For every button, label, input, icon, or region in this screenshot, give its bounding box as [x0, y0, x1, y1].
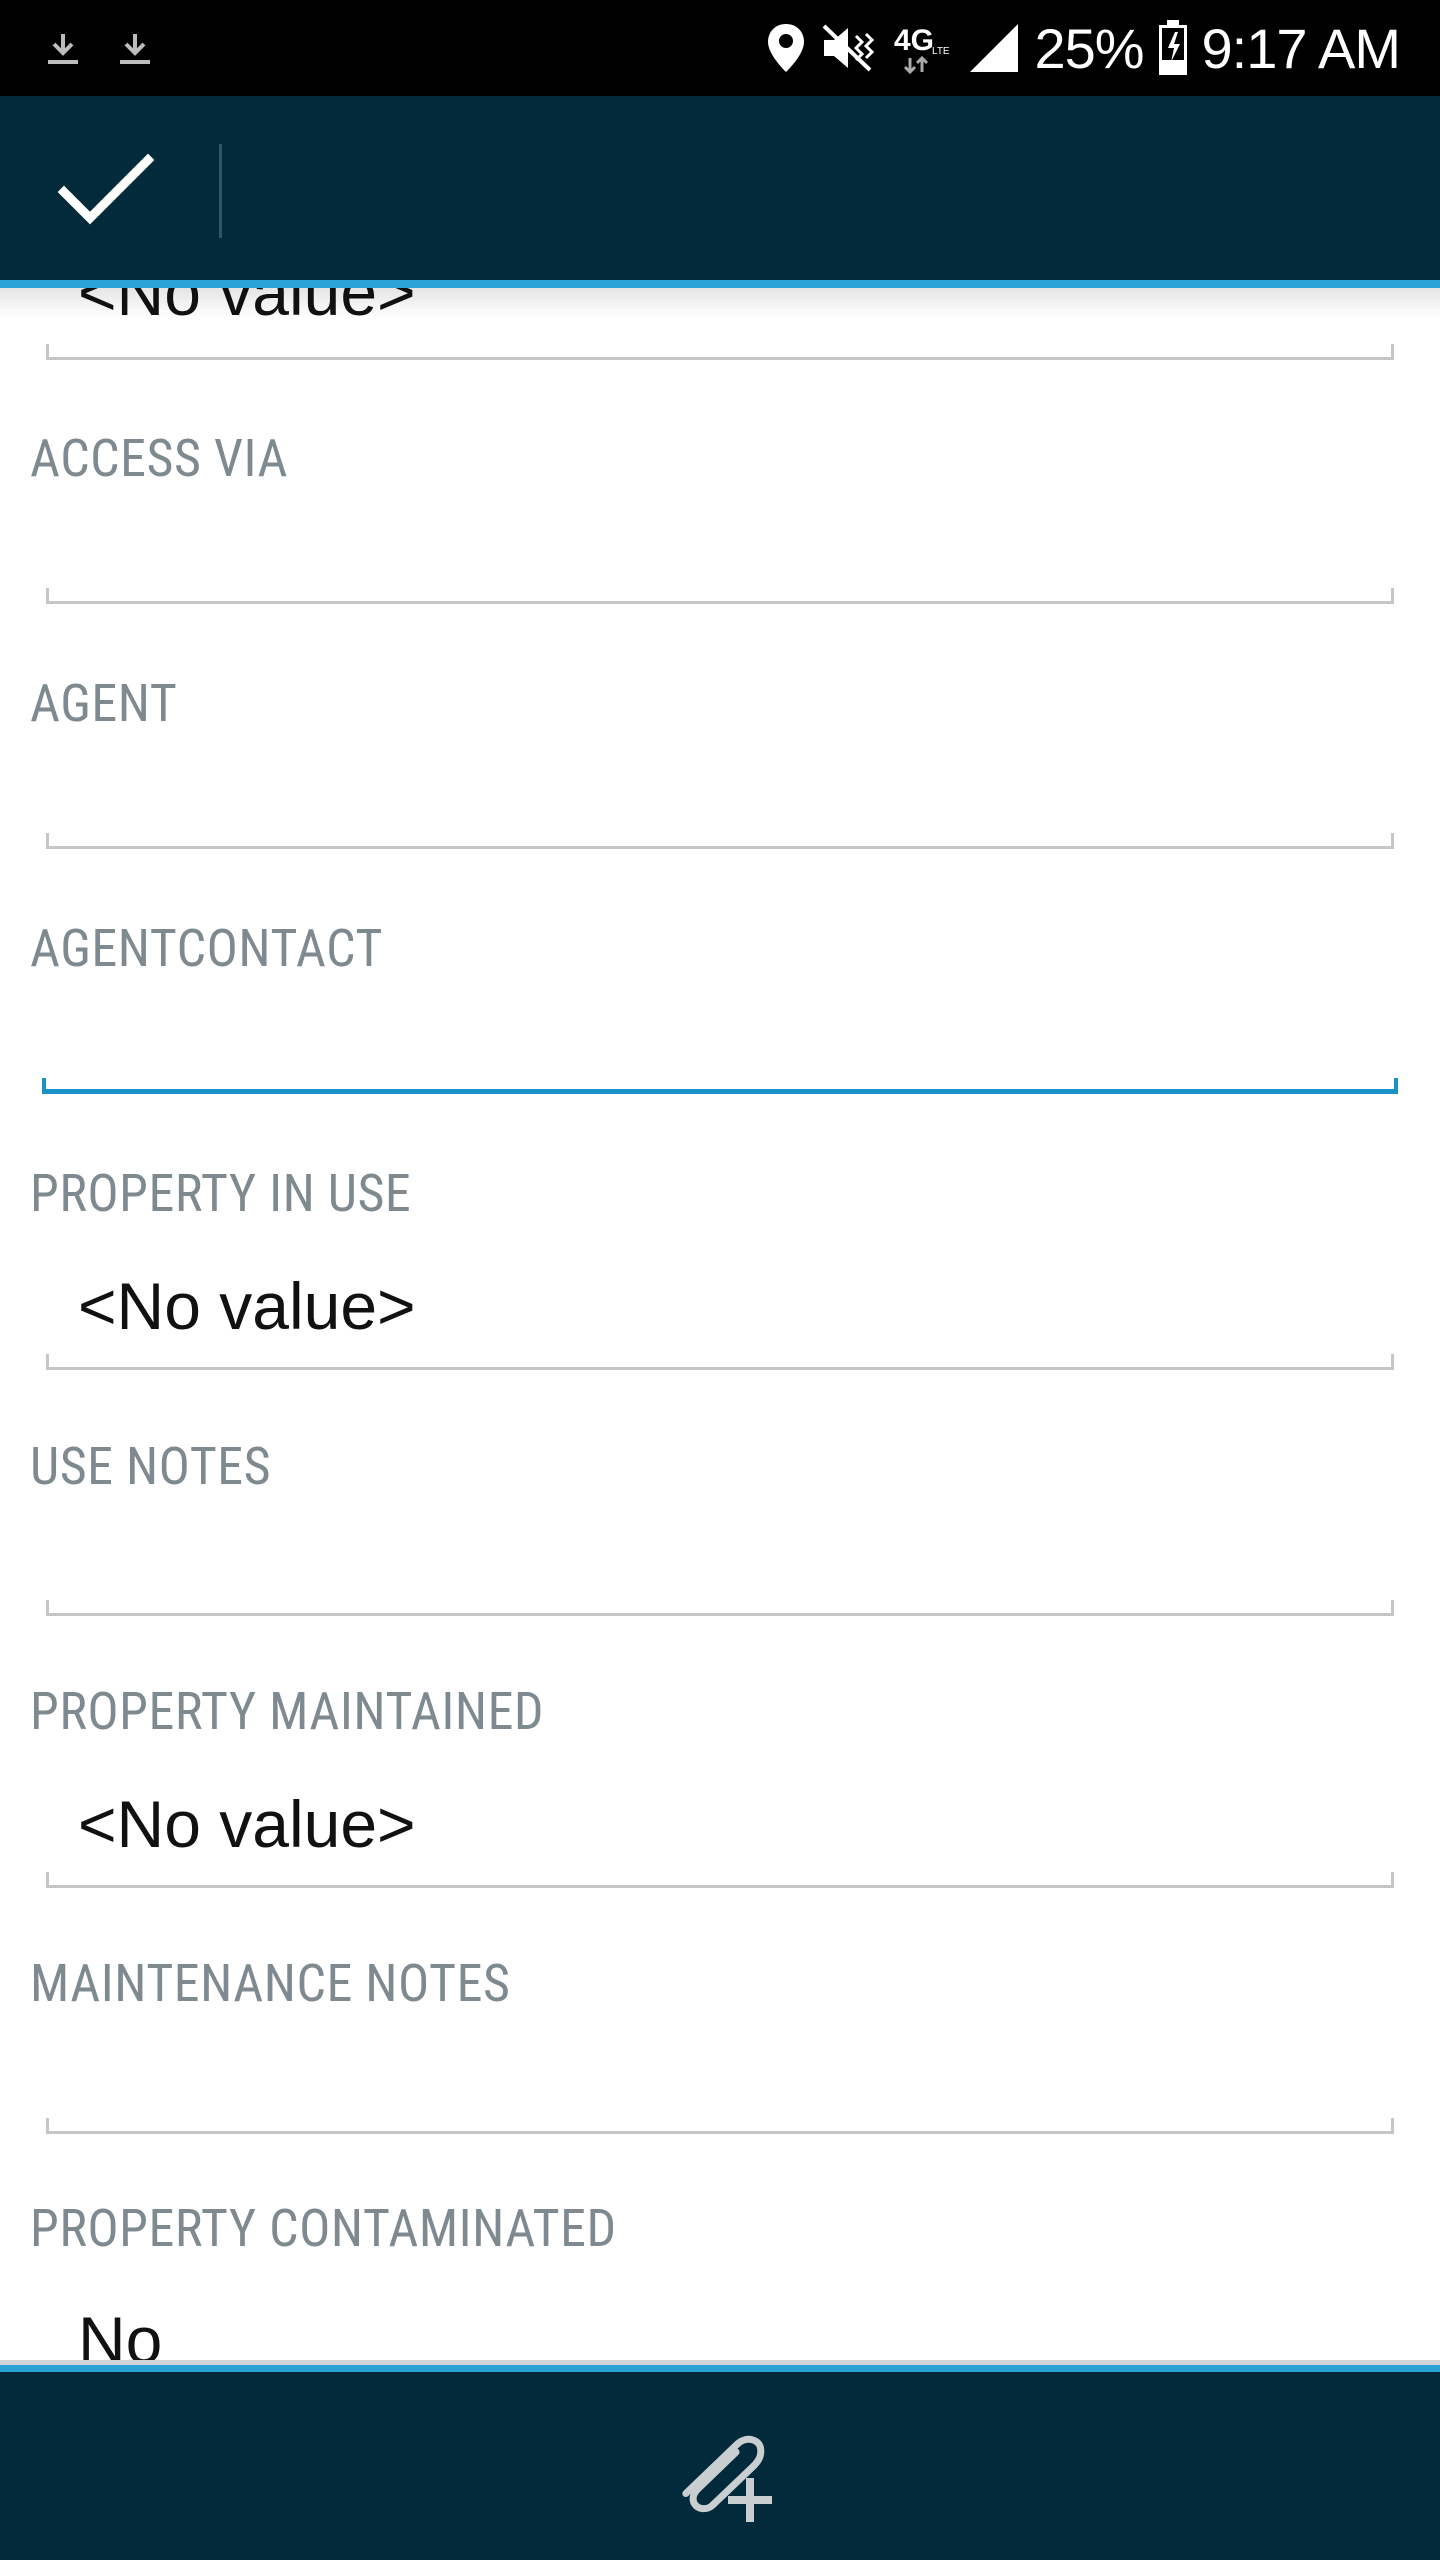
battery-percent: 25%	[1034, 16, 1144, 80]
label-access-via: ACCESS VIA	[30, 428, 288, 489]
toolbar-accent-line	[0, 280, 1440, 288]
attachment-add-icon[interactable]	[660, 2406, 780, 2526]
label-agentcontact: AGENTCONTACT	[30, 918, 383, 979]
download-icon	[48, 34, 78, 64]
label-property-in-use: PROPERTY IN USE	[30, 1163, 412, 1224]
bottom-accent-line	[0, 2360, 1440, 2372]
clock: 9:17 AM	[1201, 16, 1401, 80]
field-underline	[46, 588, 1394, 604]
field-underline	[46, 1600, 1394, 1616]
form-scroll-area[interactable]: <No value> ACCESS VIA AGENT AGENTCONTACT…	[0, 288, 1440, 2360]
select-property-contaminated[interactable]: No	[78, 2302, 162, 2360]
vibrate-icon	[823, 24, 875, 72]
field-underline	[46, 1872, 1394, 1888]
field-underline	[46, 1354, 1394, 1370]
download-icon	[120, 34, 150, 64]
lte-icon: 4G LTE	[894, 24, 950, 75]
label-use-notes: USE NOTES	[30, 1436, 272, 1497]
signal-icon	[970, 24, 1019, 72]
label-maintenance-notes: MAINTENANCE NOTES	[30, 1953, 511, 2014]
field-underline	[46, 833, 1394, 849]
label-property-maintained: PROPERTY MAINTAINED	[30, 1681, 545, 1742]
select-property-in-use[interactable]: <No value>	[78, 1268, 416, 1344]
network-type: 4G	[894, 24, 934, 57]
check-icon[interactable]	[40, 136, 170, 246]
action-toolbar	[0, 96, 1440, 280]
status-bar: 4G LTE 25% 9:17 AM	[0, 0, 1440, 96]
field-underline	[46, 344, 1394, 360]
location-icon	[768, 24, 805, 72]
select-property-maintained[interactable]: <No value>	[78, 1786, 416, 1862]
field-underline	[46, 2118, 1394, 2134]
label-property-contaminated: PROPERTY CONTAMINATED	[30, 2198, 617, 2259]
label-agent: AGENT	[30, 673, 178, 734]
svg-text:LTE: LTE	[932, 46, 950, 57]
field-underline-active	[42, 1078, 1398, 1094]
toolbar-shadow	[0, 288, 1440, 318]
toolbar-divider	[219, 144, 222, 238]
battery-icon	[1158, 20, 1187, 75]
